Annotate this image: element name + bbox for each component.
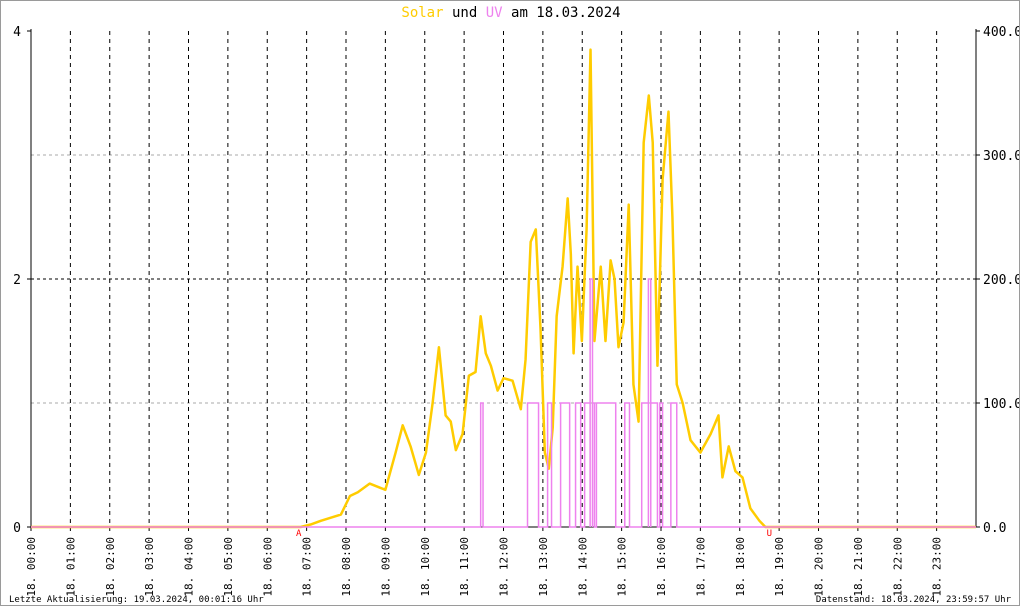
right-tick-label: 0.0: [983, 521, 1006, 536]
left-tick-label: 0: [13, 521, 21, 536]
x-tick-label: 18. 17:00: [694, 537, 707, 597]
x-tick-label: 18. 22:00: [891, 537, 904, 597]
x-tick-label: 18. 13:00: [537, 537, 550, 597]
x-tick-label: 18. 16:00: [655, 537, 668, 597]
x-tick-label: 18. 10:00: [419, 537, 432, 597]
x-tick-label: 18. 12:00: [498, 537, 511, 597]
chart-image: Solar und UV am 18.03.2024 18. 00:00 18. …: [0, 0, 1020, 606]
left-tick-label: 4: [13, 25, 21, 40]
right-tick-label: 200.0: [983, 273, 1020, 288]
x-tick-label: 18. 19:00: [773, 537, 786, 597]
chart-plot: 18. 00:00 18. 01:00 18. 02:00 18. 03:00 18. …: [13, 25, 1020, 597]
footer-data-status: Datenstand: 18.03.2024, 23:59:57 Uhr: [815, 595, 1011, 605]
x-tick-label: 18. 01:00: [64, 537, 77, 597]
footer-last-update: Letzte Aktualisierung: 19.03.2024, 00:01…: [9, 595, 264, 605]
right-tick-label: 400.0: [983, 25, 1020, 40]
x-tick-label: 18. 03:00: [143, 537, 156, 597]
x-tick-label: 18. 20:00: [813, 537, 826, 597]
right-tick-label: 300.0: [983, 149, 1020, 164]
x-tick-label: 18. 18:00: [734, 537, 747, 597]
x-tick-label: 18. 14:00: [576, 537, 589, 597]
x-tick-label: 18. 00:00: [25, 537, 38, 597]
x-tick-label: 18. 23:00: [931, 537, 944, 597]
x-tick-label: 18. 15:00: [616, 537, 629, 597]
x-tick-label: 18. 11:00: [458, 537, 471, 597]
sun-marker-U: U: [767, 529, 772, 539]
x-tick-label: 18. 21:00: [852, 537, 865, 597]
sun-marker-A: A: [296, 529, 302, 539]
x-tick-label: 18. 08:00: [340, 537, 353, 597]
x-tick-label: 18. 02:00: [104, 537, 117, 597]
x-tick-label: 18. 05:00: [222, 537, 235, 597]
x-tick-label: 18. 06:00: [261, 537, 274, 597]
x-tick-label: 18. 09:00: [379, 537, 392, 597]
right-tick-label: 100.0: [983, 397, 1020, 412]
x-tick-label: 18. 04:00: [183, 537, 196, 597]
left-tick-label: 2: [13, 273, 21, 288]
x-tick-label: 18. 07:00: [301, 537, 314, 597]
